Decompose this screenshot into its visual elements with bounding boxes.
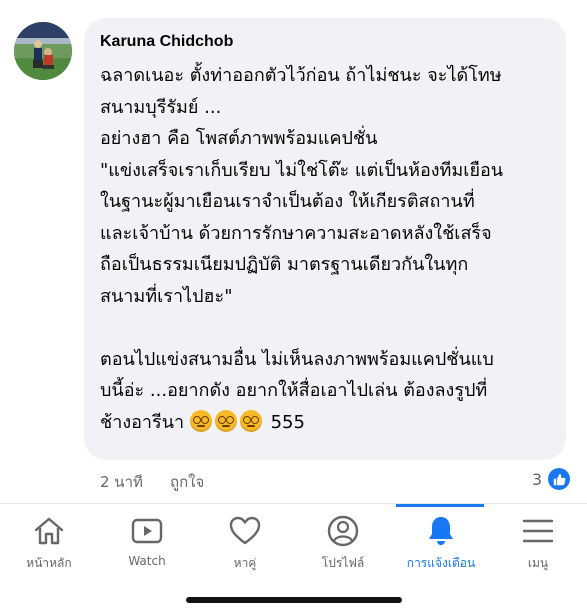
comment-line: สนามบุรีรัมย์ ... — [100, 96, 222, 118]
nav-item-home[interactable]: หน้าหลัก — [0, 514, 98, 584]
nav-label: โปรไฟล์ — [321, 556, 365, 570]
active-tab-indicator — [396, 504, 484, 507]
profile-icon — [327, 515, 359, 547]
bell-icon — [429, 517, 453, 545]
comment-line: ในฐานะผู้มาเยือนเราจำเป็นต้อง ให้เกียรติ… — [100, 191, 475, 212]
dizzy-face-icon — [189, 409, 212, 432]
nav-label: เมนู — [527, 556, 549, 570]
comment-timestamp: 2 นาที — [100, 473, 143, 491]
comment-line: บนี้อ่ะ ...อยากดัง อยากให้สื่อเอาไปเล่น … — [100, 380, 488, 401]
reaction-count: 3 — [531, 469, 542, 489]
comment-line: และเจ้าบ้าน ด้วยการรักษาความสะอาดหลังใช้… — [100, 222, 492, 244]
comment-line: ถือเป็นธรรมเนียมปฏิบัติ มาตรฐานเดียวกันใ… — [100, 254, 469, 275]
comment-author-name[interactable]: Karuna Chidchob — [100, 33, 233, 51]
comment-line: "แข่งเสร็จเราเก็บเรียบ ไม่ใช่โต๊ะ แต่เป็… — [100, 159, 504, 181]
comment-last-line: ช้างอารีนา 555 — [100, 407, 560, 439]
nav-item-watch[interactable]: Watch — [98, 514, 196, 584]
screen: Karuna Chidchob ฉลาดเนอะ ตั้งท่าออกตัวไว… — [0, 0, 587, 613]
comment-last-line-suffix: 555 — [270, 411, 305, 433]
home-indicator[interactable] — [186, 597, 402, 603]
comment-last-line-text: ช้างอารีนา — [100, 411, 185, 433]
watch-video-icon — [131, 518, 163, 544]
comment-line: อย่างฮา คือ โพสต์ภาพพร้อมแคปชั่น — [100, 128, 378, 149]
nav-item-dating[interactable]: หาคู่ — [196, 514, 294, 584]
dizzy-face-icon — [214, 409, 237, 432]
comment-blank-line — [100, 312, 560, 344]
nav-label: Watch — [128, 554, 166, 568]
reaction-summary[interactable]: 3 — [532, 468, 570, 490]
avatar-photo — [14, 22, 72, 80]
avatar[interactable] — [14, 22, 72, 80]
nav-item-menu[interactable]: เมนู — [489, 514, 587, 584]
dizzy-face-icon — [239, 409, 262, 432]
menu-icon — [522, 519, 554, 543]
comment-line: สนามที่เราไปฮะ" — [100, 285, 233, 307]
nav-item-profile[interactable]: โปรไฟล์ — [294, 514, 392, 584]
comment-line: ตอนไปแข่งสนามอื่น ไม่เห็นลงภาพพร้อมแคปชั… — [100, 348, 494, 370]
comment-text: ฉลาดเนอะ ตั้งท่าออกตัวไว้ก่อน ถ้าไม่ชนะ … — [100, 60, 560, 438]
nav-item-notifications[interactable]: การแจ้งเตือน — [392, 514, 490, 584]
heart-icon — [229, 516, 261, 545]
like-icon — [548, 468, 570, 490]
home-icon — [34, 517, 64, 545]
nav-label: การแจ้งเตือน — [406, 556, 476, 570]
like-comment-button[interactable]: ถูกใจ — [170, 470, 204, 494]
comment-line: ฉลาดเนอะ ตั้งท่าออกตัวไว้ก่อน ถ้าไม่ชนะ … — [100, 65, 502, 86]
nav-label: หน้าหลัก — [26, 556, 72, 570]
nav-label: หาคู่ — [233, 556, 257, 570]
